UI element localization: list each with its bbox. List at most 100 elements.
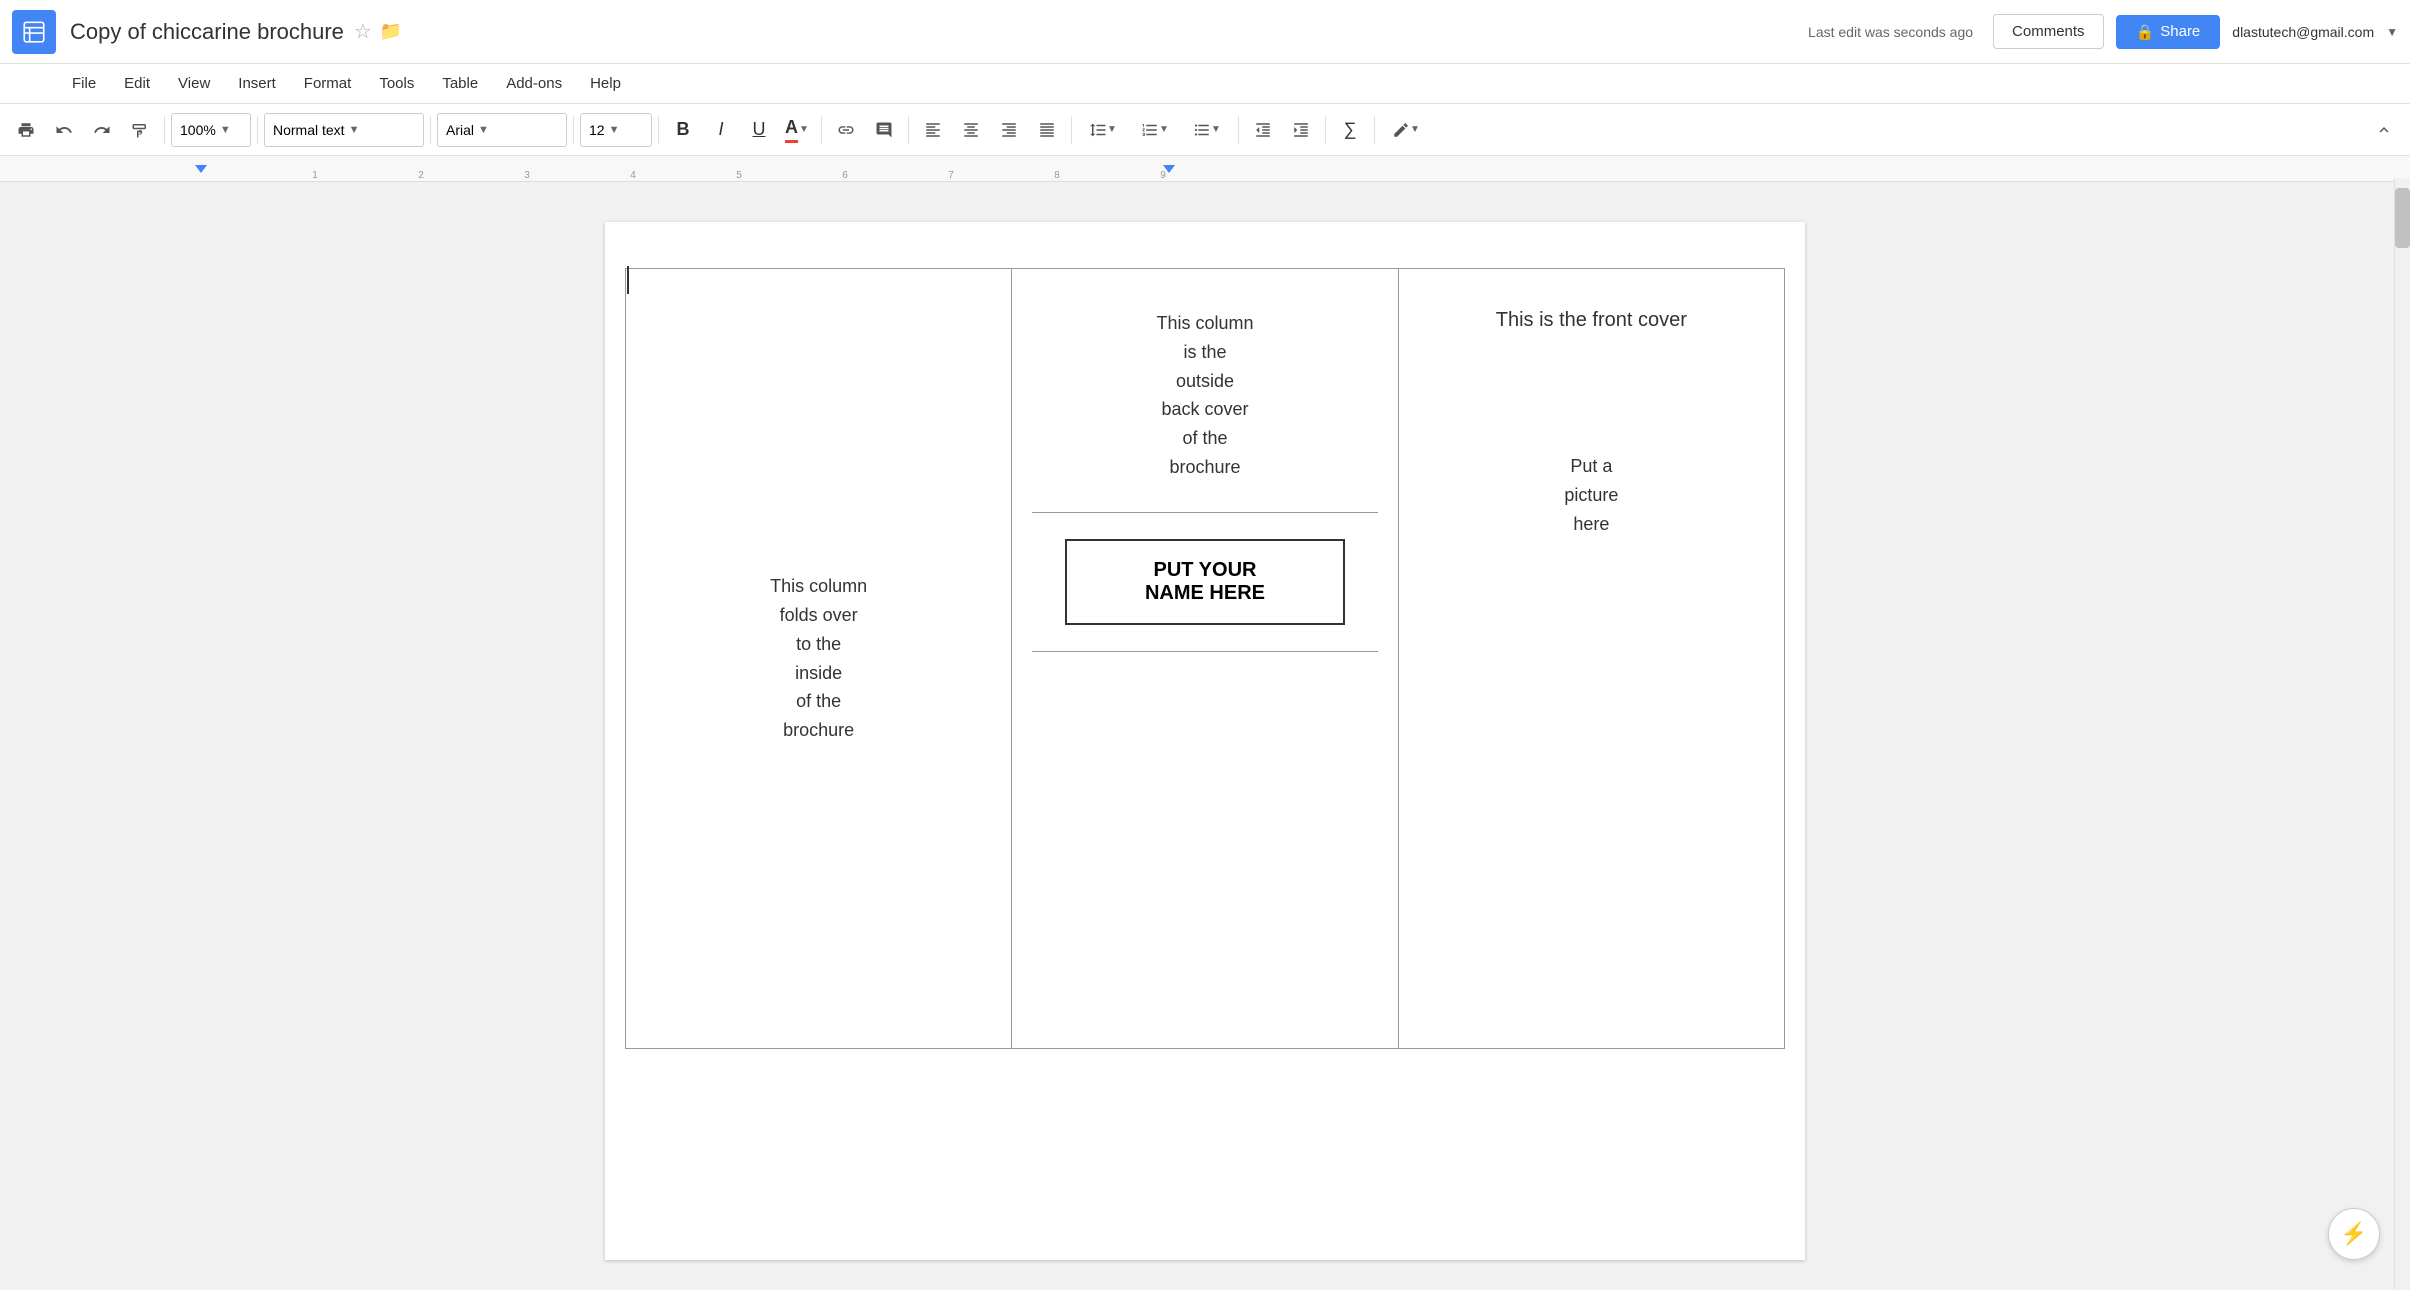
toolbar: 100% ▼ Normal text ▼ Arial ▼ 12 ▼ B I U … [0,104,2410,156]
smart-compose-icon: ⚡ [2340,1221,2367,1247]
menu-bar: File Edit View Insert Format Tools Table… [0,64,2410,104]
align-right-button[interactable] [991,112,1027,148]
italic-button[interactable]: I [703,112,739,148]
text-color-dropdown[interactable]: ▼ [799,124,809,135]
toolbar-divider-10 [1325,116,1326,144]
brochure-col3[interactable]: This is the front cover Put apicturehere [1398,269,1784,1049]
text-color-label: A [785,117,798,143]
ruler-mark-1: 1 [312,170,318,181]
scrollbar-thumb[interactable] [2395,188,2410,248]
account-dropdown-icon[interactable]: ▼ [2386,25,2398,39]
name-box[interactable]: PUT YOURNAME HERE [1065,539,1345,625]
ruler-mark-2: 2 [418,170,424,181]
style-selector[interactable]: Normal text ▼ [264,113,424,147]
align-left-button[interactable] [915,112,951,148]
text-color-button[interactable]: A ▼ [779,112,815,148]
decrease-indent-button[interactable] [1245,112,1281,148]
special-chars-button[interactable]: ∑ [1332,112,1368,148]
zoom-value: 100% [180,122,216,138]
document-area[interactable]: This columnfolds overto theinsideof theb… [0,182,2410,1290]
increase-indent-button[interactable] [1283,112,1319,148]
col2-separator [1032,512,1377,513]
doc-title-area: Copy of chiccarine brochure ☆ 📁 [70,19,1808,45]
menu-table[interactable]: Table [430,71,490,96]
brochure-col2[interactable]: This columnis theoutsideback coverof the… [1012,269,1398,1049]
numbered-list-button[interactable]: ▼ [1130,112,1180,148]
redo-button[interactable] [84,112,120,148]
menu-addons[interactable]: Add-ons [494,71,574,96]
font-size-value: 12 [589,122,605,138]
align-justify-button[interactable] [1029,112,1065,148]
bullet-list-button[interactable]: ▼ [1182,112,1232,148]
paint-format-button[interactable] [122,112,158,148]
toolbar-divider-5 [658,116,659,144]
user-account[interactable]: dlastutech@gmail.com [2232,24,2374,40]
print-button[interactable] [8,112,44,148]
menu-insert[interactable]: Insert [226,71,288,96]
toolbar-divider-3 [430,116,431,144]
top-bar: Copy of chiccarine brochure ☆ 📁 Last edi… [0,0,2410,64]
font-dropdown-icon: ▼ [478,124,489,136]
size-dropdown-icon: ▼ [609,124,620,136]
app-icon[interactable] [12,10,56,54]
style-dropdown-icon: ▼ [349,124,360,136]
front-cover-title: This is the front cover [1419,309,1764,332]
share-button[interactable]: 🔒 Share [2116,15,2221,49]
comments-button[interactable]: Comments [1993,14,2104,49]
document-page[interactable]: This columnfolds overto theinsideof theb… [605,222,1805,1260]
menu-file[interactable]: File [60,71,108,96]
menu-view[interactable]: View [166,71,222,96]
header-right: Last edit was seconds ago Comments 🔒 Sha… [1808,14,2398,49]
zoom-dropdown-icon: ▼ [220,124,231,136]
formula-icon: ∑ [1344,119,1357,140]
insert-link-button[interactable] [828,112,864,148]
last-edit-status: Last edit was seconds ago [1808,24,1973,40]
toolbar-divider-8 [1071,116,1072,144]
ruler-mark-5: 5 [736,170,742,181]
collapse-toolbar-button[interactable] [2366,112,2402,148]
doc-title[interactable]: Copy of chiccarine brochure [70,19,344,45]
menu-format[interactable]: Format [292,71,364,96]
font-selector[interactable]: Arial ▼ [437,113,567,147]
col2-separator-2 [1032,651,1377,652]
brochure-col1[interactable]: This columnfolds overto theinsideof theb… [626,269,1012,1049]
toolbar-divider-6 [821,116,822,144]
menu-edit[interactable]: Edit [112,71,162,96]
line-spacing-button[interactable]: ▼ [1078,112,1128,148]
style-value: Normal text [273,122,345,138]
font-value: Arial [446,122,474,138]
bold-button[interactable]: B [665,112,701,148]
toolbar-divider-11 [1374,116,1375,144]
font-size-selector[interactable]: 12 ▼ [580,113,652,147]
vertical-scrollbar[interactable] [2394,178,2410,1290]
toolbar-divider-4 [573,116,574,144]
lock-icon: 🔒 [2136,23,2155,41]
toolbar-divider-9 [1238,116,1239,144]
share-label: Share [2160,23,2200,40]
align-center-button[interactable] [953,112,989,148]
ruler-mark-8: 8 [1054,170,1060,181]
ruler-mark-7: 7 [948,170,954,181]
col2-top-text: This columnis theoutsideback coverof the… [1032,309,1377,482]
zoom-selector[interactable]: 100% ▼ [171,113,251,147]
text-cursor [627,266,629,294]
picture-placeholder: Put apicturehere [1419,452,1764,538]
menu-help[interactable]: Help [578,71,633,96]
brochure-table: This columnfolds overto theinsideof theb… [625,268,1785,1049]
smart-compose-button[interactable]: ⚡ [2328,1208,2380,1260]
ruler-mark-3: 3 [524,170,530,181]
star-icon[interactable]: ☆ [354,19,372,44]
toolbar-divider-2 [257,116,258,144]
ruler: 1 2 3 4 5 6 7 8 9 [0,156,2410,182]
ruler-mark-4: 4 [630,170,636,181]
menu-tools[interactable]: Tools [367,71,426,96]
col1-text: This columnfolds overto theinsideof theb… [646,572,991,745]
toolbar-divider-7 [908,116,909,144]
undo-button[interactable] [46,112,82,148]
ruler-mark-6: 6 [842,170,848,181]
underline-button[interactable]: U [741,112,777,148]
folder-icon[interactable]: 📁 [380,21,402,42]
draw-button[interactable]: ▼ [1381,112,1431,148]
toolbar-divider-1 [164,116,165,144]
insert-comment-button[interactable] [866,112,902,148]
